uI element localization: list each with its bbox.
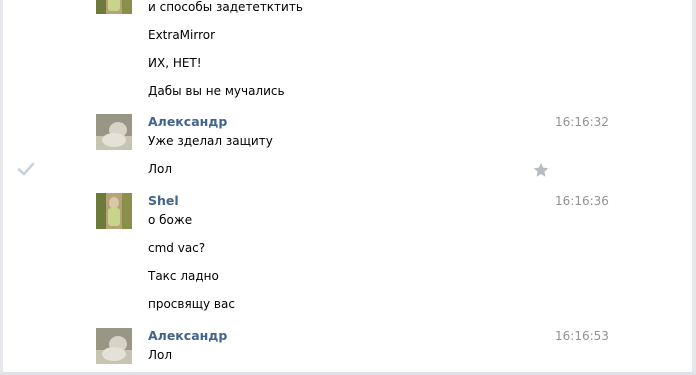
avatar-photo-aleksandr: [96, 114, 132, 150]
check-icon[interactable]: [17, 161, 35, 177]
avatar-shel[interactable]: [96, 193, 132, 229]
message-author[interactable]: Shel: [148, 193, 179, 209]
message-text: ExtraMirror: [148, 28, 216, 42]
star-icon[interactable]: [532, 161, 550, 179]
avatar-aleksandr[interactable]: [96, 328, 132, 364]
message-text: просвящу вас: [148, 297, 235, 311]
message-text: Такс ладно: [148, 269, 219, 283]
message-text: о боже: [148, 213, 193, 227]
avatar-photo-shel: [96, 0, 132, 14]
message-text: Дабы вы не мучались: [148, 84, 285, 98]
message-text: cmd vac?: [148, 241, 206, 255]
message-author[interactable]: Александр: [148, 114, 227, 130]
message-time[interactable]: 16:16:53: [555, 328, 609, 344]
right-scrollbar-track[interactable]: [692, 0, 696, 375]
message-text: Лол: [148, 162, 173, 176]
avatar-photo-shel: [96, 193, 132, 229]
message-time[interactable]: 16:16:32: [555, 114, 609, 130]
avatar-photo-aleksandr: [96, 328, 132, 364]
chat-history: и способы задететктить ExtraMirror ИХ, Н…: [0, 0, 696, 375]
avatar-shel[interactable]: [96, 0, 132, 14]
message-text: ИХ, НЕТ!: [148, 56, 202, 70]
avatar-aleksandr[interactable]: [96, 114, 132, 150]
message-time[interactable]: 16:16:36: [555, 193, 609, 209]
left-border: [0, 0, 3, 375]
message-text: и способы задететктить: [148, 0, 303, 14]
message-text: Лол: [148, 348, 173, 362]
message-text: Уже зделал защиту: [148, 134, 273, 148]
message-author[interactable]: Александр: [148, 328, 227, 344]
